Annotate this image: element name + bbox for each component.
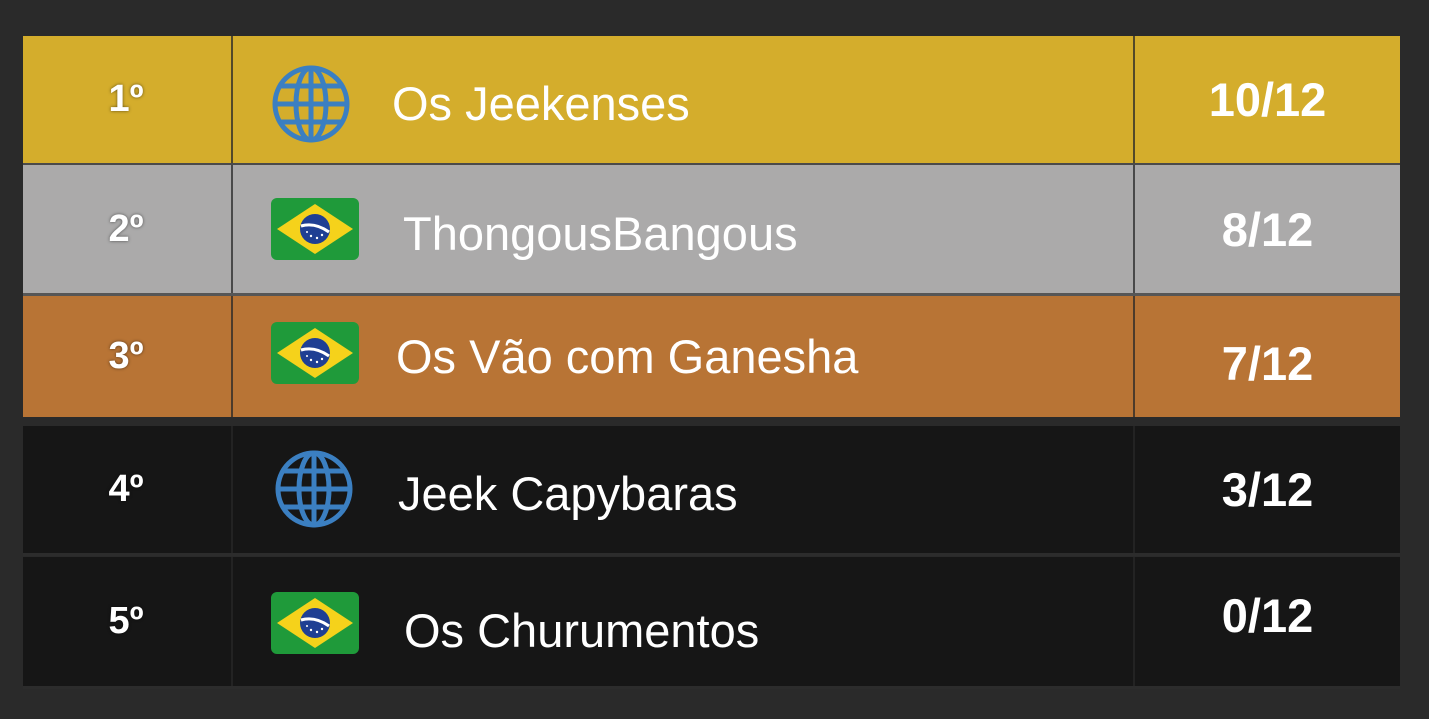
brazil-flag-icon (271, 592, 359, 654)
leaderboard-row: 3º Os Vão com Ganesha 7/12 (23, 296, 1400, 417)
rank-label: 1º (108, 78, 144, 120)
score-value: 7/12 (1221, 337, 1314, 390)
rank-cell: 4º (23, 426, 229, 553)
team-cell: Os Jeekenses (231, 36, 1135, 163)
rank-cell: 3º (23, 296, 229, 417)
score-value: 3/12 (1221, 463, 1314, 516)
leaderboard-row: 4º Jeek Capybaras 3/12 (23, 426, 1400, 556)
team-name: Os Churumentos (404, 604, 760, 657)
brazil-flag-icon (271, 322, 359, 384)
rank-label: 3º (108, 335, 144, 377)
team-name: ThongousBangous (403, 207, 798, 260)
team-cell: Os Vão com Ganesha (231, 296, 1135, 417)
score-cell: 7/12 (1135, 296, 1400, 417)
score-cell: 0/12 (1135, 557, 1400, 686)
score-value: 10/12 (1208, 73, 1327, 126)
team-name: Os Jeekenses (392, 77, 690, 130)
team-name: Os Vão com Ganesha (396, 330, 859, 383)
rank-cell: 2º (23, 165, 229, 293)
score-cell: 8/12 (1135, 165, 1400, 293)
leaderboard-row: 5º Os Churumentos 0/12 (23, 557, 1400, 689)
team-cell: Jeek Capybaras (231, 426, 1135, 553)
brazil-flag-icon (271, 198, 359, 260)
leaderboard-row: 2º ThongousBangous 8/12 (23, 165, 1400, 296)
rank-label: 4º (108, 468, 144, 510)
score-cell: 10/12 (1135, 36, 1400, 163)
rank-label: 2º (108, 207, 144, 250)
globe-icon (271, 64, 351, 144)
rank-label: 5º (108, 600, 144, 642)
score-value: 0/12 (1221, 589, 1314, 642)
globe-icon (274, 449, 354, 529)
team-cell: Os Churumentos (231, 557, 1135, 686)
rank-cell: 1º (23, 36, 229, 163)
leaderboard-row: 1º Os Jeekenses 10/12 (23, 36, 1400, 165)
score-cell: 3/12 (1135, 426, 1400, 553)
rank-cell: 5º (23, 557, 229, 686)
score-value: 8/12 (1221, 202, 1314, 256)
team-cell: ThongousBangous (231, 165, 1135, 293)
team-name: Jeek Capybaras (398, 467, 738, 520)
